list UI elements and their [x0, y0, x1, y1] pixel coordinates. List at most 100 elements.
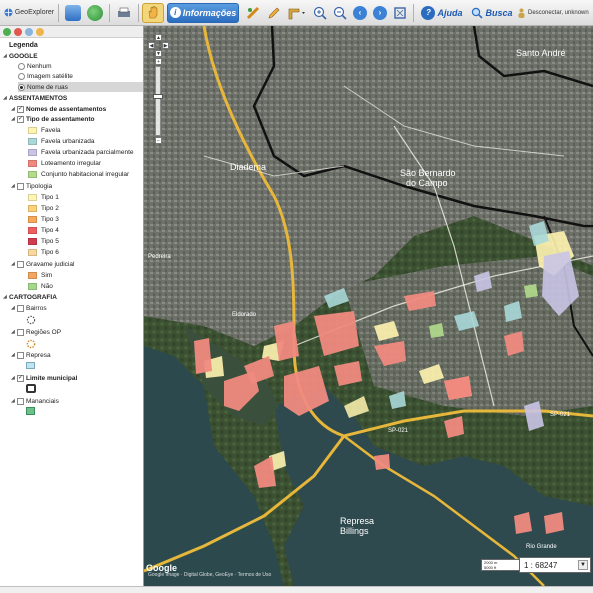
- layer-limite-municipal[interactable]: ◢ ✓ Limite municipal: [11, 373, 77, 383]
- ruler-button[interactable]: [284, 3, 310, 23]
- help-icon: ?: [421, 5, 436, 20]
- user-icon-wrap: [517, 3, 525, 23]
- layer-bairros[interactable]: ◢ Bairros: [11, 303, 47, 313]
- status-bar: [0, 586, 593, 593]
- legend-item-label: Tipo 2: [41, 204, 59, 212]
- zoom-out-button[interactable]: [330, 3, 350, 23]
- layer-label: Mananciais: [26, 397, 59, 405]
- measure-button[interactable]: [242, 3, 264, 23]
- map-view[interactable]: Santo André São Bernardo do Campo Diadem…: [144, 26, 593, 586]
- arrow-right-icon: ›: [373, 5, 387, 20]
- print-button[interactable]: [113, 3, 135, 23]
- add-layer-icon[interactable]: [3, 27, 11, 36]
- map-label: do Campo: [406, 178, 448, 188]
- legend-item: Favela urbanizada: [28, 136, 94, 146]
- edit-button[interactable]: [264, 3, 284, 23]
- map-label: Eldorado: [232, 312, 257, 318]
- map-attribution[interactable]: Google Image · Digital Globe, GeoEye · T…: [148, 572, 271, 578]
- forward-button[interactable]: ›: [370, 3, 390, 23]
- settlement-loteamento[interactable]: [194, 338, 212, 374]
- layer-gravame-judicial[interactable]: ◢ Gravame judicial: [11, 259, 74, 269]
- radio-button[interactable]: [18, 72, 25, 80]
- legend-item: Conjunto habitacional irregular: [28, 169, 129, 179]
- legend-swatch: [28, 193, 37, 201]
- group-google[interactable]: ◢ GOOGLE: [3, 51, 38, 61]
- zoom-extent-button[interactable]: [390, 3, 410, 23]
- scale-select[interactable]: 1 : 68247 ▼: [519, 557, 591, 573]
- zoom-in-button[interactable]: [310, 3, 330, 23]
- bairros-symbol-icon: [26, 315, 36, 325]
- pan-down-button[interactable]: ▼: [155, 50, 162, 57]
- radio-label: Nome de ruas: [27, 83, 68, 91]
- checkbox[interactable]: [17, 328, 24, 336]
- informacoes-label: Informações: [182, 7, 237, 18]
- printer-icon: [118, 7, 130, 17]
- remove-layer-icon[interactable]: [14, 27, 22, 36]
- layer-properties-icon[interactable]: [25, 27, 33, 36]
- layer-regioes-op[interactable]: ◢ Regiões OP: [11, 327, 61, 337]
- save-map-icon: [65, 4, 81, 21]
- zoom-slider-handle[interactable]: [153, 94, 163, 99]
- pan-right-button[interactable]: ▶: [162, 42, 169, 49]
- logout-link[interactable]: Desconectar, unknown: [528, 10, 589, 16]
- pan-button[interactable]: [142, 2, 164, 23]
- radio-label: Nenhum: [27, 62, 52, 70]
- legend-swatch: [28, 226, 37, 234]
- group-cartografia[interactable]: ◢ CARTOGRAFIA: [3, 292, 57, 302]
- radio-nome-de-ruas[interactable]: Nome de ruas: [18, 82, 143, 92]
- checkbox[interactable]: [17, 304, 24, 312]
- chevron-down-icon[interactable]: ▼: [578, 560, 588, 570]
- legend-item-label: Tipo 4: [41, 226, 59, 234]
- legend-item-label: Favela urbanizada parcialmente: [41, 148, 134, 156]
- pan-up-button[interactable]: ▲: [155, 34, 162, 41]
- back-button[interactable]: ‹: [350, 3, 370, 23]
- zoom-slider-track[interactable]: [155, 66, 161, 136]
- ajuda-button[interactable]: ? Ajuda: [417, 3, 467, 23]
- settlement-loteamento[interactable]: [514, 512, 532, 534]
- checkbox-checked[interactable]: ✓: [17, 115, 24, 123]
- zoom-out-map-button[interactable]: −: [155, 137, 162, 144]
- map-navigation: ▲ ◀ ▶ ▼ + −: [148, 34, 170, 144]
- layer-tipologia[interactable]: ◢ Tipologia: [11, 181, 52, 191]
- radio-button[interactable]: [18, 62, 25, 70]
- zoom-in-map-button[interactable]: +: [155, 58, 162, 65]
- checkbox[interactable]: [17, 260, 24, 268]
- legend-item-label: Tipo 1: [41, 193, 59, 201]
- checkbox-checked[interactable]: ✓: [17, 374, 24, 382]
- layer-label: Regiões OP: [26, 328, 62, 336]
- layer-style-icon[interactable]: [36, 27, 44, 36]
- checkbox-checked[interactable]: ✓: [17, 105, 24, 113]
- settlement-loteamento[interactable]: [374, 454, 390, 470]
- informacoes-button[interactable]: i Informações: [167, 2, 239, 23]
- radio-imagem-satelite[interactable]: Imagem satélite: [18, 71, 73, 81]
- layer-nomes-assentamentos[interactable]: ◢ ✓ Nomes de assentamentos: [11, 104, 106, 114]
- checkbox[interactable]: [17, 397, 24, 405]
- save-map-button[interactable]: [62, 3, 84, 23]
- checkbox[interactable]: [17, 351, 24, 359]
- radio-button-selected[interactable]: [18, 83, 25, 91]
- satellite-map[interactable]: Santo André São Bernardo do Campo Diadem…: [144, 26, 593, 586]
- legend-swatch: [28, 126, 37, 134]
- toolbar-divider: [109, 3, 110, 22]
- pan-left-button[interactable]: ◀: [148, 42, 155, 49]
- radio-nenhum[interactable]: Nenhum: [18, 61, 52, 71]
- layer-represa[interactable]: ◢ Represa: [11, 350, 51, 360]
- scale-bar: 2000 m 5000 ft: [481, 559, 523, 571]
- settlement-conjunto[interactable]: [524, 284, 538, 298]
- layer-tipo-assentamento[interactable]: ◢ ✓ Tipo de assentamento: [11, 114, 95, 124]
- group-assentamentos[interactable]: ◢ ASSENTAMENTOS: [3, 93, 67, 103]
- map-label: Billings: [340, 526, 369, 536]
- legend-item-label: Sim: [41, 271, 53, 279]
- legend-item: Loteamento irregular: [28, 158, 101, 168]
- map-label: São Bernardo: [400, 168, 456, 178]
- layer-mananciais[interactable]: ◢ Mananciais: [11, 396, 59, 406]
- publish-map-button[interactable]: [84, 3, 106, 23]
- legend-item: Sim: [28, 270, 52, 280]
- legend-item-label: Tipo 6: [41, 248, 59, 256]
- hand-icon: [148, 6, 158, 19]
- group-label: ASSENTAMENTOS: [9, 94, 68, 102]
- busca-button[interactable]: Busca: [467, 3, 517, 23]
- checkbox[interactable]: [17, 182, 24, 190]
- legend-panel: Legenda ◢ GOOGLE Nenhum Imagem satélite …: [0, 26, 144, 586]
- legend-item: Favela: [28, 125, 61, 135]
